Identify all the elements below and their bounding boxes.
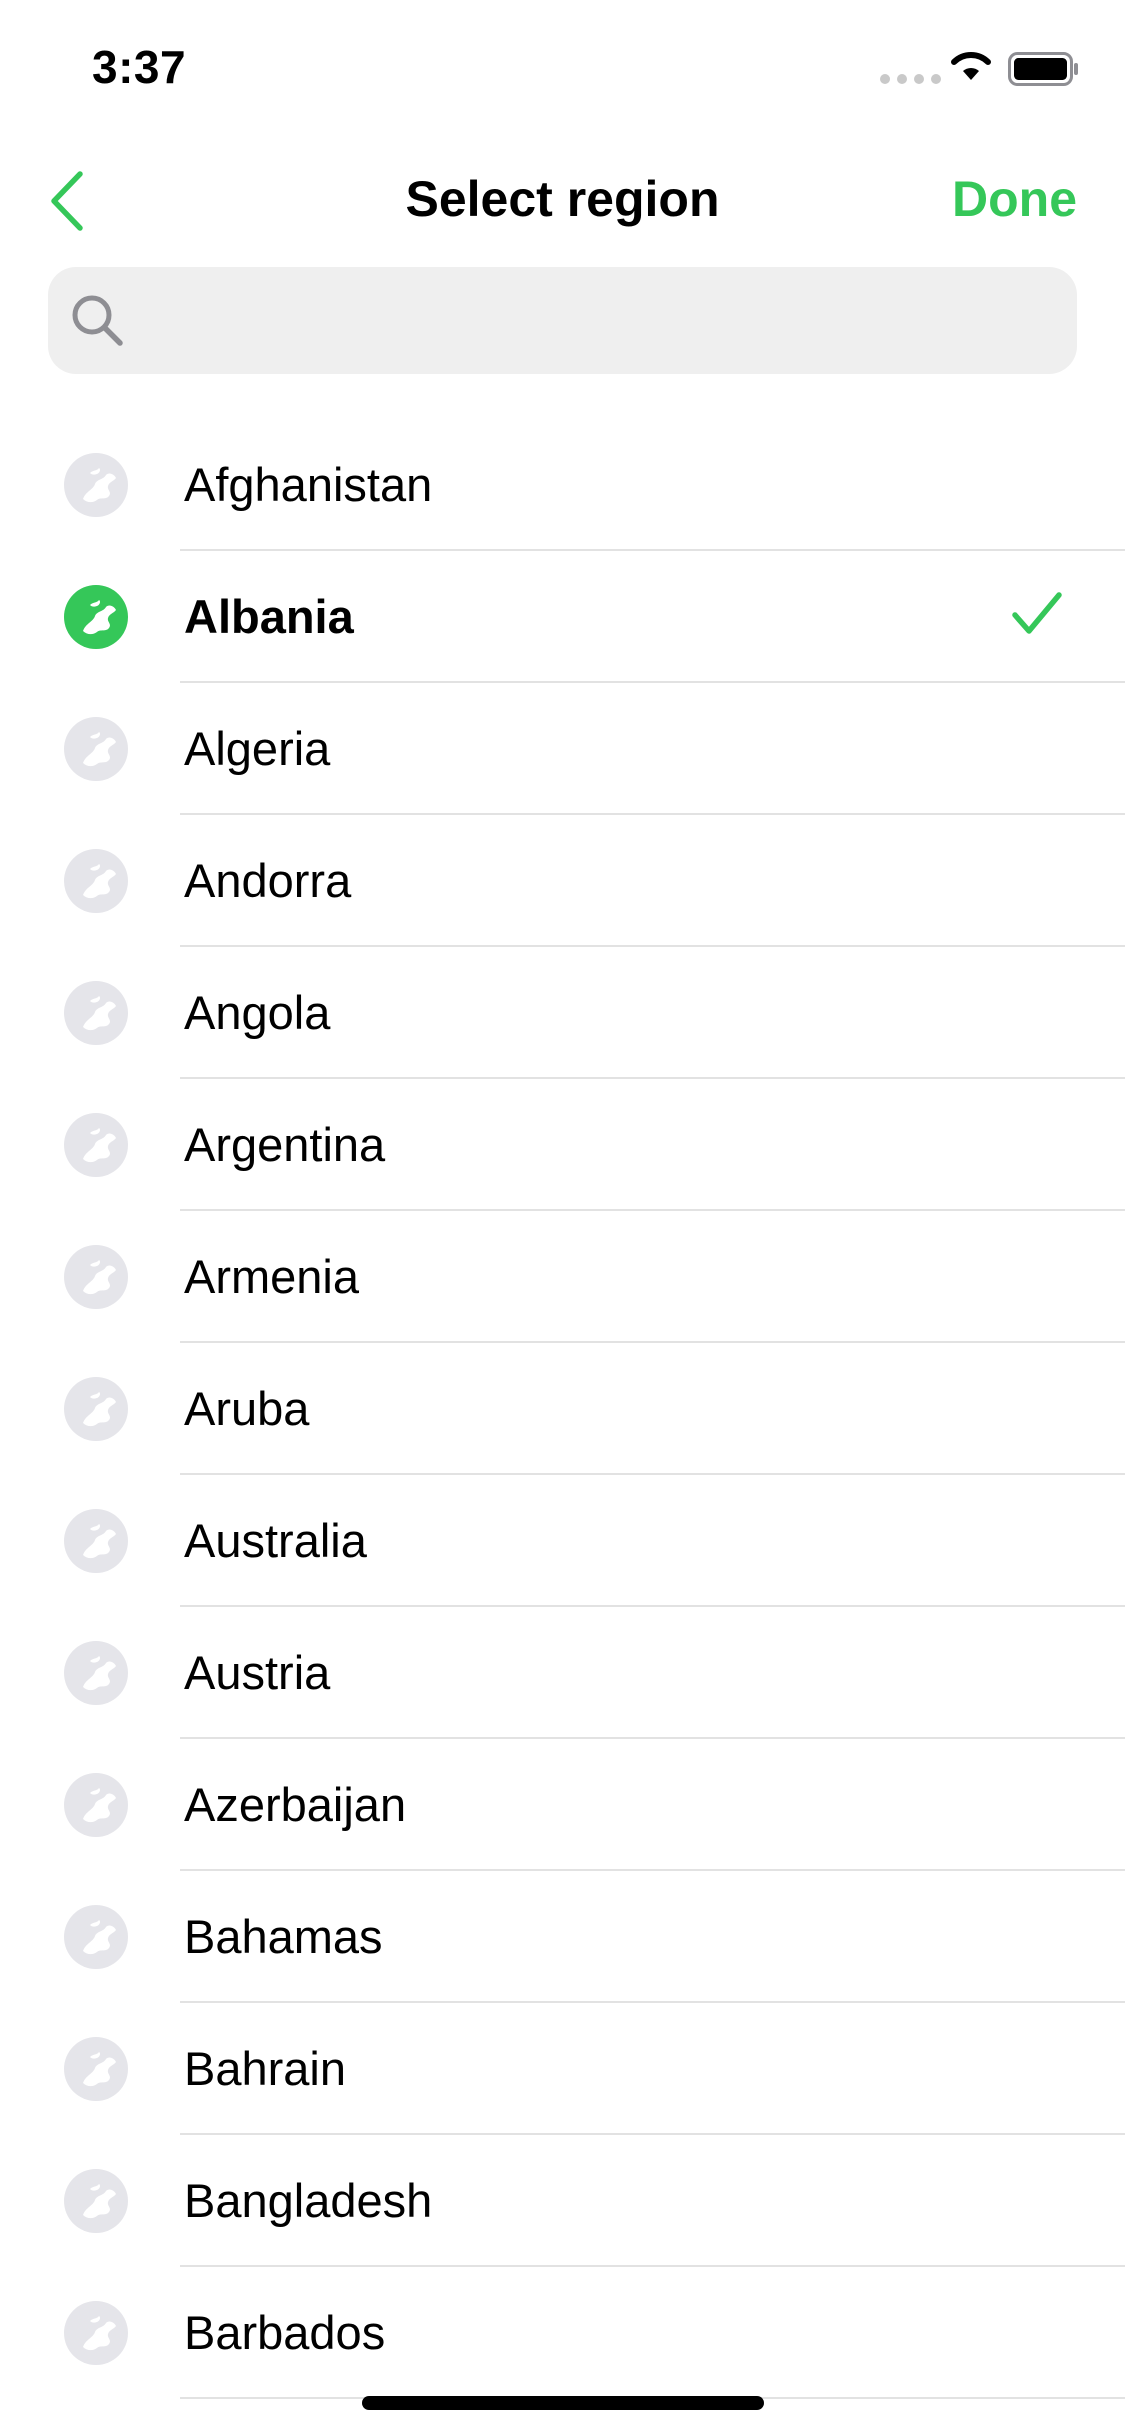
region-name: Albania	[184, 590, 354, 643]
region-row[interactable]: Barbados	[0, 2267, 1125, 2399]
region-name: Andorra	[184, 854, 352, 907]
region-name: Angola	[184, 986, 331, 1039]
globe-icon	[64, 1377, 128, 1441]
battery-icon	[1008, 52, 1080, 91]
region-row[interactable]: Bangladesh	[0, 2135, 1125, 2267]
globe-icon	[64, 1509, 128, 1573]
globe-icon	[64, 585, 128, 649]
globe-icon	[64, 981, 128, 1045]
globe-icon	[64, 717, 128, 781]
region-name: Algeria	[184, 722, 331, 775]
region-row[interactable]: Angola	[0, 947, 1125, 1079]
region-row[interactable]: Afghanistan	[0, 419, 1125, 551]
globe-icon	[64, 849, 128, 913]
region-row[interactable]: Andorra	[0, 815, 1125, 947]
region-row[interactable]: Bahamas	[0, 1871, 1125, 2003]
globe-icon	[64, 1245, 128, 1309]
globe-icon	[64, 1905, 128, 1969]
search-icon	[72, 295, 123, 346]
globe-icon	[64, 1641, 128, 1705]
region-name: Afghanistan	[184, 458, 433, 511]
globe-icon	[64, 2037, 128, 2101]
globe-icon	[64, 2169, 128, 2233]
region-row[interactable]: Argentina	[0, 1079, 1125, 1211]
region-row[interactable]: Aruba	[0, 1343, 1125, 1475]
globe-icon	[64, 2301, 128, 2365]
region-row[interactable]: Algeria	[0, 683, 1125, 815]
region-name: Bahrain	[184, 2042, 346, 2095]
region-name: Austria	[184, 1646, 331, 1699]
region-row[interactable]: Austria	[0, 1607, 1125, 1739]
search-bar[interactable]	[48, 267, 1077, 376]
done-button[interactable]: Done	[952, 170, 1077, 228]
checkmark-icon	[1012, 591, 1062, 640]
region-name: Argentina	[184, 1118, 386, 1171]
region-name: Azerbaijan	[184, 1778, 407, 1831]
region-name: Bangladesh	[184, 2174, 433, 2227]
globe-icon	[64, 453, 128, 517]
home-indicator	[362, 2396, 764, 2410]
region-list: Afghanistan Albania Algeria Andorra Angola Ar…	[0, 419, 1125, 2399]
navigation-bar: Select region Done	[0, 140, 1125, 260]
cellular-signal-icon	[880, 74, 941, 84]
status-bar: 3:37	[0, 0, 1125, 140]
status-time: 3:37	[92, 41, 187, 93]
region-name: Armenia	[184, 1250, 360, 1303]
region-row[interactable]: Albania	[0, 551, 1125, 683]
region-row[interactable]: Australia	[0, 1475, 1125, 1607]
region-name: Australia	[184, 1514, 367, 1567]
search-input[interactable]	[148, 267, 1052, 376]
region-row[interactable]: Azerbaijan	[0, 1739, 1125, 1871]
region-row[interactable]: Armenia	[0, 1211, 1125, 1343]
globe-icon	[64, 1773, 128, 1837]
region-row[interactable]: Bahrain	[0, 2003, 1125, 2135]
region-name: Bahamas	[184, 1910, 383, 1963]
globe-icon	[64, 1113, 128, 1177]
region-name: Aruba	[184, 1382, 310, 1435]
region-name: Barbados	[184, 2306, 386, 2359]
wifi-icon	[948, 46, 994, 87]
